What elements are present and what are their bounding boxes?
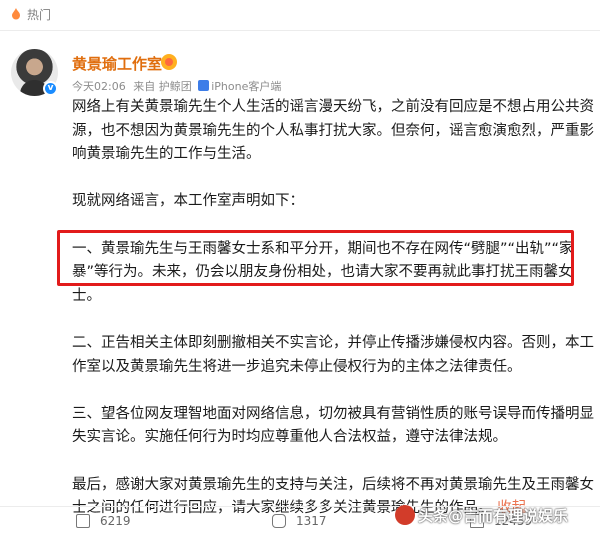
vip-icon bbox=[161, 54, 177, 70]
paragraph-intro: 网络上有关黄景瑜先生个人生活的谣言漫天纷飞，之前没有回应是不想占用公共资源，也不… bbox=[72, 99, 594, 163]
source-link[interactable]: 护鲸团 bbox=[159, 80, 192, 93]
client-label: iPhone客户端 bbox=[211, 80, 282, 93]
repost-button[interactable]: 6219 bbox=[76, 514, 131, 528]
comment-icon bbox=[272, 514, 286, 528]
highlight-box bbox=[57, 230, 574, 286]
watermark-text: 头条@言而有理说娱乐 bbox=[418, 507, 569, 525]
repost-icon bbox=[76, 514, 90, 528]
paragraph-statement: 现就网络谣言，本工作室声明如下： bbox=[72, 193, 304, 210]
verified-badge-icon: v bbox=[43, 81, 58, 96]
repost-count: 6219 bbox=[100, 514, 131, 528]
author-name[interactable]: 黄景瑜工作室 bbox=[72, 53, 162, 74]
comment-count: 1317 bbox=[296, 514, 327, 528]
post-body: 网络上有关黄景瑜先生个人生活的谣言漫天纷飞，之前没有回应是不想占用公共资源，也不… bbox=[72, 96, 597, 521]
comment-button[interactable]: 1317 bbox=[272, 514, 327, 528]
paragraph-point-3: 三、望各位网友理智地面对网络信息，切勿被具有营销性质的账号误导而传播明显失实言论… bbox=[72, 405, 594, 446]
post-time[interactable]: 今天02:06 bbox=[72, 80, 126, 93]
from-label: 来自 bbox=[133, 80, 156, 93]
top-bar: 热门 bbox=[0, 0, 600, 31]
watermark: 头条@言而有理说娱乐 bbox=[395, 505, 568, 526]
hot-label: 热门 bbox=[27, 8, 52, 22]
app-icon bbox=[198, 80, 210, 91]
paragraph-point-2: 二、正告相关主体即刻删撤相关不实言论，并停止传播涉嫌侵权内容。否则，本工作室以及… bbox=[72, 334, 594, 375]
post-meta: 今天02:06 来自 护鲸团 iPhone客户端 bbox=[72, 78, 281, 94]
toutiao-logo-icon bbox=[395, 505, 415, 525]
hot-icon bbox=[12, 8, 20, 20]
